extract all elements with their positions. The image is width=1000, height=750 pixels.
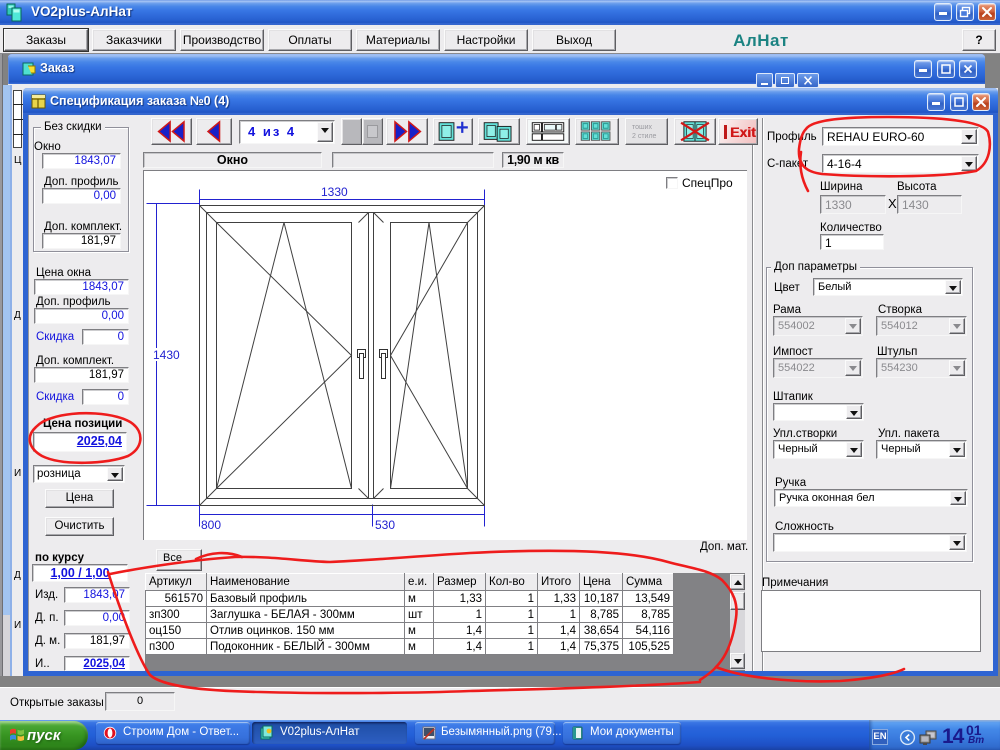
- svg-text:530: 530: [375, 518, 395, 532]
- svg-text:800: 800: [201, 518, 221, 532]
- svg-text:1430: 1430: [153, 348, 180, 362]
- svg-text:1330: 1330: [321, 185, 348, 199]
